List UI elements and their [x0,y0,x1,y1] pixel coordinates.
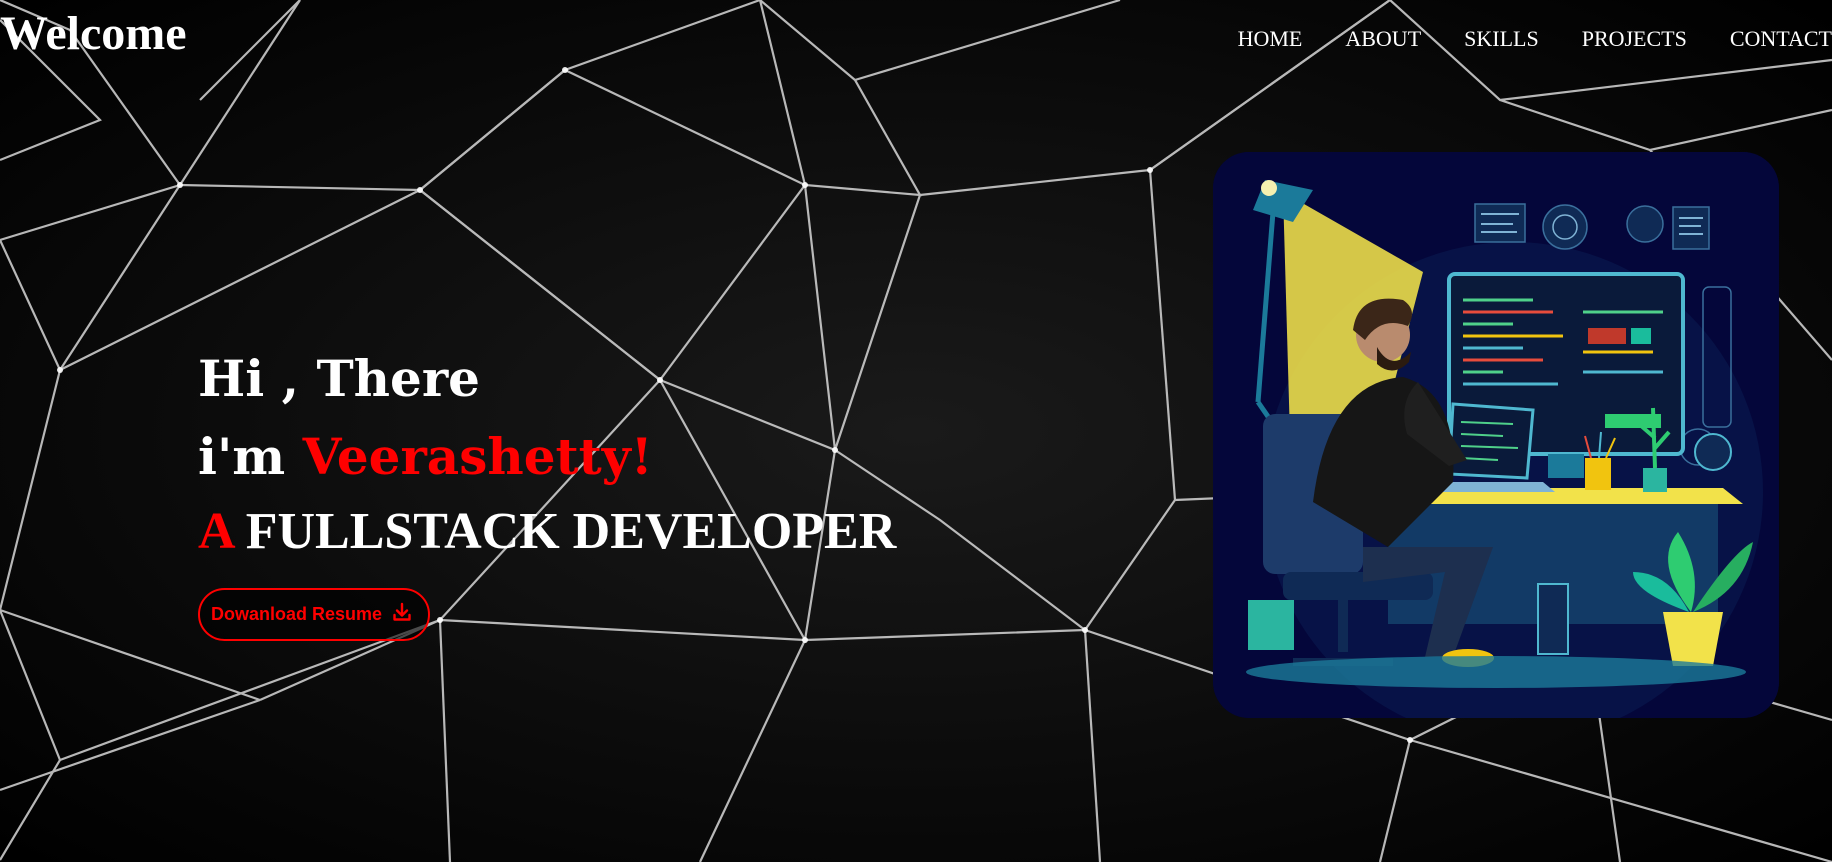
nav-contact-link[interactable]: CONTACT [1730,24,1832,54]
download-resume-label: Dowanload Resume [211,604,383,624]
hero-intro-prefix: i'm [198,427,303,486]
nav-skills-link[interactable]: SKILLS [1464,24,1539,54]
hero-intro: i'm Veerashetty! [198,418,896,496]
nav-home-link[interactable]: HOME [1238,24,1303,54]
download-resume-button[interactable]: Dowanload Resume [198,588,431,641]
hero-greeting: Hi , There [198,349,480,408]
hero-section: Hi , There i'm Veerashetty! A FULLSTACK … [198,340,896,641]
hero-name: Veerashetty! [302,427,653,486]
nav-projects-link[interactable]: PROJECTS [1582,24,1687,54]
download-icon [392,602,412,627]
main-nav: HOME ABOUT SKILLS PROJECTS CONTACT [1195,24,1832,54]
hero-role-title: FULLSTACK DEVELOPER [245,503,897,560]
nav-about-link[interactable]: ABOUT [1345,24,1421,54]
hero-role-prefix: A [198,503,233,560]
site-brand: Welcome [0,7,187,60]
developer-illustration [1213,152,1779,718]
hero-role: A FULLSTACK DEVELOPER [198,496,896,568]
